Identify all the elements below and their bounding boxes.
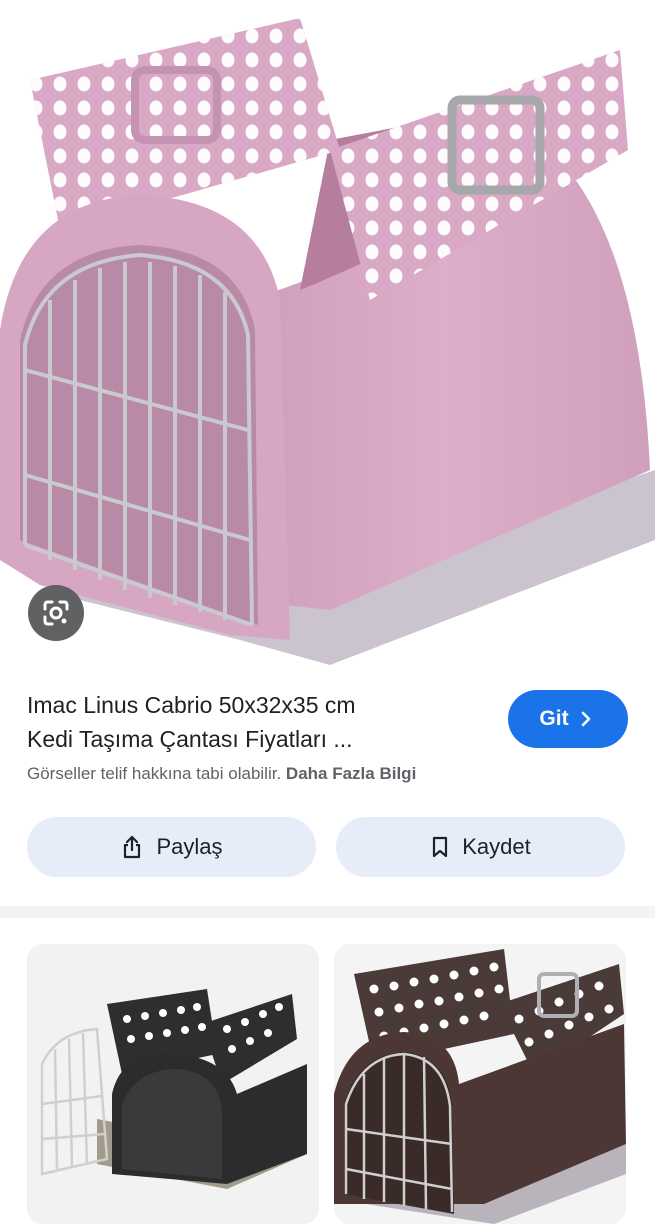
related-image-black-carrier[interactable] xyxy=(27,944,319,1224)
section-divider xyxy=(0,906,655,918)
save-button[interactable]: Kaydet xyxy=(336,817,625,877)
share-icon xyxy=(124,835,141,859)
bookmark-icon xyxy=(433,836,448,858)
result-title-line2[interactable]: Kedi Taşıma Çantası Fiyatları ... xyxy=(27,722,477,756)
share-button[interactable]: Paylaş xyxy=(27,817,316,877)
result-title[interactable]: Imac Linus Cabrio 50x32x35 cm Kedi Taşım… xyxy=(27,688,477,756)
visit-button-label: Git xyxy=(539,707,569,730)
google-lens-button[interactable] xyxy=(28,585,84,641)
more-info-link[interactable]: Daha Fazla Bilgi xyxy=(286,764,416,783)
pet-carrier-image xyxy=(0,18,655,665)
copyright-text: Görseller telif hakkına tabi olabilir. xyxy=(27,764,282,783)
save-label: Kaydet xyxy=(462,834,531,859)
black-carrier-image xyxy=(27,944,319,1224)
brown-carrier-image xyxy=(334,944,626,1224)
main-product-image[interactable] xyxy=(0,0,655,670)
chevron-right-icon xyxy=(581,711,590,727)
share-label: Paylaş xyxy=(156,834,223,859)
copyright-notice: Görseller telif hakkına tabi olabilir. D… xyxy=(27,764,416,784)
visit-button[interactable]: Git xyxy=(508,690,628,748)
related-image-brown-carrier[interactable] xyxy=(334,944,626,1224)
google-lens-icon xyxy=(43,600,69,626)
result-title-line1[interactable]: Imac Linus Cabrio 50x32x35 cm xyxy=(27,688,477,722)
